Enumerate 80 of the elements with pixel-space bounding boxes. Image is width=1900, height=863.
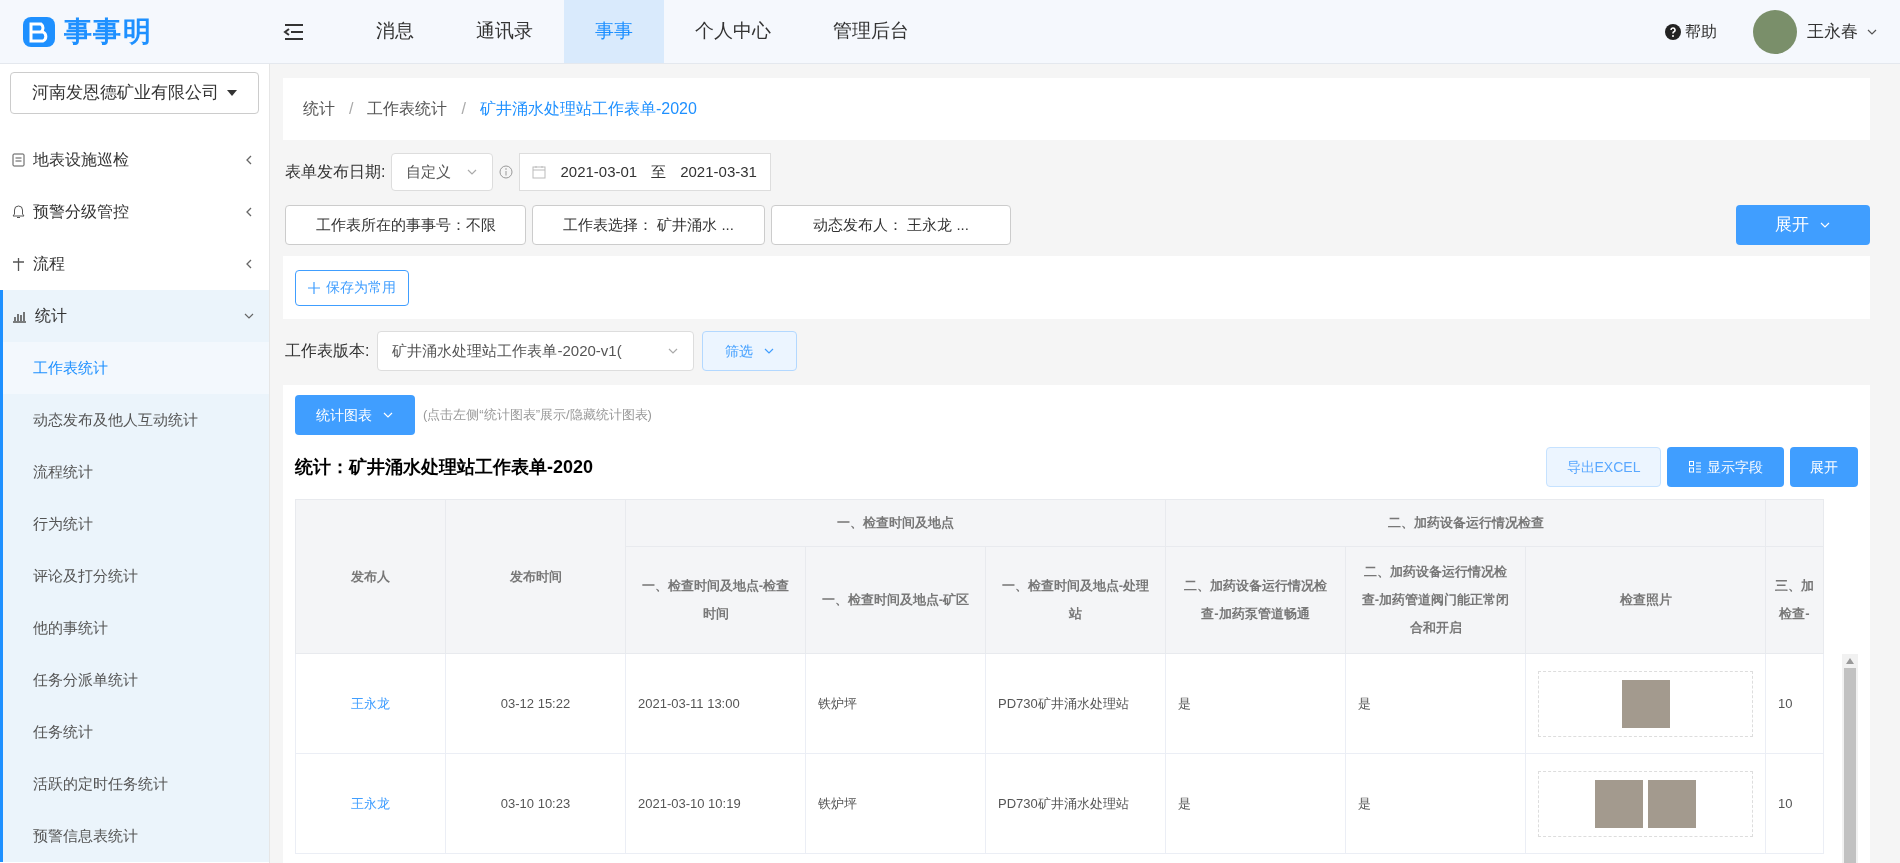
filter-chip[interactable]: 工作表选择： 矿井涌水 ...	[532, 205, 765, 245]
submenu-item[interactable]: 他的事统计	[3, 602, 269, 654]
photo-placeholder	[1595, 779, 1643, 828]
submenu-item[interactable]: 流程统计	[3, 446, 269, 498]
submenu-item[interactable]: 行为统计	[3, 498, 269, 550]
submenu-item[interactable]: 活跃的定时任务统计	[3, 758, 269, 810]
table-cell: 03-10 10:23	[445, 753, 626, 854]
submenu-item[interactable]: 任务分派单统计	[3, 654, 269, 706]
menu-item[interactable]: 流程	[0, 238, 269, 290]
table-cell: PD730矿井涌水处理站	[985, 653, 1166, 754]
field-label: 表单发布日期:	[285, 162, 386, 182]
photo-placeholder	[1621, 679, 1670, 728]
company-dropdown[interactable]: 河南发恩德矿业有限公司	[10, 72, 259, 114]
table-cell: 是	[1345, 753, 1526, 854]
info-icon	[499, 165, 514, 179]
field-label: 工作表版本:	[285, 341, 370, 361]
hint-text: (点击左侧“统计图表”展示/隐藏统计图表)	[423, 406, 652, 425]
bar-chart-icon	[12, 309, 27, 323]
help-icon	[1665, 23, 1681, 40]
nav-tab[interactable]: 个人中心	[664, 0, 802, 63]
table-cell: 是	[1165, 653, 1346, 754]
logo-text: 事事明	[64, 14, 153, 49]
menu-icon	[283, 22, 305, 41]
date-mode-select[interactable]: 自定义	[391, 153, 494, 191]
plus-icon	[308, 281, 320, 294]
column-header: 一、检查时间及地点	[625, 499, 1166, 547]
column-header: 一、检查时间及地点-检查时间	[625, 546, 806, 654]
column-header: 发布时间	[445, 499, 626, 654]
avatar	[1753, 9, 1797, 54]
filter-chip[interactable]: 工作表所在的事事号：不限	[285, 205, 526, 245]
column-header: 发布人	[295, 499, 446, 654]
table-cell: 铁炉坪	[805, 753, 986, 854]
date-range-field[interactable]: 2021-03-01 至 2021-03-31	[519, 153, 772, 191]
stats-title: 统计：矿井涌水处理站工作表单-2020	[295, 455, 595, 479]
table-cell: 2021-03-10 10:19	[625, 753, 806, 854]
filter-chip[interactable]: 动态发布人： 王永龙 ...	[771, 205, 1011, 245]
submenu-item[interactable]: 任务统计	[3, 706, 269, 758]
breadcrumb-separator: /	[349, 99, 354, 119]
menu-item[interactable]: 统计	[3, 290, 269, 342]
help-link[interactable]: 帮助	[1685, 19, 1717, 44]
scrollbar-thumb[interactable]	[1844, 668, 1856, 863]
column-header: 一、检查时间及地点-处理站	[985, 546, 1166, 654]
table-cell: 是	[1345, 653, 1526, 754]
columns-icon	[1688, 461, 1701, 473]
bell-icon	[12, 205, 25, 219]
breadcrumb-separator: /	[461, 99, 466, 119]
column-header: 一、检查时间及地点-矿区	[805, 546, 986, 654]
column-header: 检查照片	[1525, 546, 1766, 654]
table-cell: 03-12 15:22	[445, 653, 626, 754]
table-cell: 是	[1165, 753, 1346, 854]
column-header: 三、加检查-	[1765, 546, 1824, 654]
logo-icon	[22, 15, 56, 48]
column-header: 二、加药设备运行情况检查-加药管道阀门能正常闭合和开启	[1345, 546, 1526, 654]
breadcrumb-link[interactable]: 统计	[303, 97, 335, 121]
table-cell: 10	[1765, 753, 1824, 854]
table-cell: 10	[1765, 653, 1824, 754]
scrollbar[interactable]	[1842, 654, 1858, 863]
submenu-item[interactable]: 预警信息表统计	[3, 810, 269, 862]
list-icon	[12, 153, 25, 167]
menu-item[interactable]: 地表设施巡检	[0, 134, 269, 186]
table-cell: 铁炉坪	[805, 653, 986, 754]
nav-tab[interactable]: 消息	[345, 0, 445, 63]
table-cell: 2021-03-11 13:00	[625, 653, 806, 754]
submenu-item[interactable]: 评论及打分统计	[3, 550, 269, 602]
version-select[interactable]: 矿井涌水处理站工作表单-2020-v1(	[377, 331, 695, 371]
table-cell: PD730矿井涌水处理站	[985, 753, 1166, 854]
company-name: 河南发恩德矿业有限公司	[32, 82, 219, 105]
user-name[interactable]: 王永春	[1807, 18, 1858, 45]
column-header: 二、加药设备运行情况检查-加药泵管道畅通	[1165, 546, 1346, 654]
caret-icon	[227, 90, 237, 96]
scroll-up-icon	[1846, 658, 1854, 664]
breadcrumb-link[interactable]: 工作表统计	[367, 97, 448, 121]
submenu-item[interactable]: 动态发布及他人互动统计	[3, 394, 269, 446]
calendar-icon	[532, 165, 547, 179]
menu-item[interactable]: 预警分级管控	[0, 186, 269, 238]
nav-tab[interactable]: 管理后台	[802, 0, 940, 63]
photo-placeholder	[1648, 779, 1696, 828]
plus-icon	[12, 257, 25, 271]
nav-tab[interactable]: 通讯录	[445, 0, 564, 63]
column-header: 二、加药设备运行情况检查	[1165, 499, 1766, 547]
